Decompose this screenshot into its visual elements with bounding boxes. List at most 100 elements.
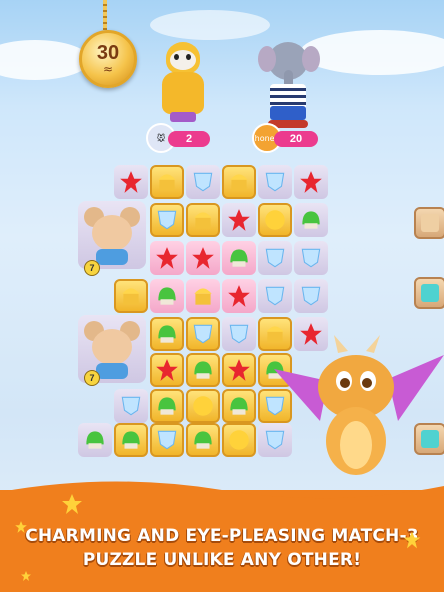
- board-cell[interactable]: [222, 165, 256, 199]
- board-cell[interactable]: [186, 165, 220, 199]
- snowflake-piece-icon: [301, 248, 321, 268]
- star-piece-icon: [120, 171, 142, 193]
- leaf-piece-icon: [158, 287, 176, 305]
- mouse-counter-badge: 7: [84, 370, 100, 386]
- star-piece-icon: [156, 359, 178, 381]
- star-icon: [15, 521, 27, 533]
- side-crate: [414, 207, 444, 239]
- leaf-piece-icon: [86, 431, 104, 449]
- board-cell[interactable]: [294, 279, 328, 313]
- star-icon: [62, 494, 82, 514]
- board-cell[interactable]: [150, 423, 184, 457]
- star-piece-icon: [192, 247, 214, 269]
- cupcake-piece-icon: [194, 212, 212, 229]
- board-cell[interactable]: [294, 241, 328, 275]
- mouse-blocker: [78, 201, 146, 269]
- board-cell[interactable]: [186, 203, 220, 237]
- leaf-piece-icon: [122, 431, 140, 449]
- dragon-character: [274, 335, 444, 475]
- snowflake-piece-icon: [229, 324, 249, 344]
- mouse-counter: 7: [89, 263, 95, 273]
- moves-medal: 30 ≈: [79, 30, 137, 88]
- board-cell[interactable]: [222, 279, 256, 313]
- cloud: [0, 40, 90, 80]
- star-icon: [21, 571, 31, 581]
- board-cell[interactable]: [222, 353, 256, 387]
- board-cell[interactable]: [150, 165, 184, 199]
- board-cell[interactable]: [258, 165, 292, 199]
- board-cell[interactable]: [150, 353, 184, 387]
- tagline-line-1: CHARMING AND EYE-PLEASING MATCH-3: [25, 526, 419, 546]
- board-cell[interactable]: [114, 423, 148, 457]
- board-cell[interactable]: [114, 389, 148, 423]
- lemon-piece-icon: [193, 396, 213, 416]
- leaf-piece-icon: [230, 397, 248, 415]
- scroll-icon: ≈: [102, 62, 114, 76]
- cupcake-piece-icon: [158, 174, 176, 191]
- snowflake-piece-icon: [193, 324, 213, 344]
- medal-chain: [103, 0, 107, 30]
- board-cell[interactable]: [186, 279, 220, 313]
- star-piece-icon: [228, 285, 250, 307]
- star-icon: [403, 531, 421, 549]
- snowflake-piece-icon: [193, 172, 213, 192]
- snowflake-piece-icon: [265, 172, 285, 192]
- moves-count: 30: [96, 42, 120, 64]
- opponent-count: 20: [289, 133, 303, 145]
- board-cell[interactable]: [186, 317, 220, 351]
- cupcake-piece-icon: [230, 174, 248, 191]
- board-cell[interactable]: [186, 389, 220, 423]
- leaf-piece-icon: [158, 325, 176, 343]
- snowflake-piece-icon: [265, 248, 285, 268]
- board-cell[interactable]: [222, 241, 256, 275]
- board-cell[interactable]: [150, 203, 184, 237]
- side-crate: [414, 277, 444, 309]
- board-cell[interactable]: [222, 389, 256, 423]
- opponent-count-pill: 20: [274, 131, 318, 147]
- board-cell[interactable]: [294, 165, 328, 199]
- leaf-piece-icon: [302, 211, 320, 229]
- star-piece-icon: [228, 209, 250, 231]
- snowflake-piece-icon: [301, 286, 321, 306]
- lemon-piece-icon: [229, 430, 249, 450]
- board-cell[interactable]: [150, 389, 184, 423]
- board-cell[interactable]: [222, 423, 256, 457]
- board-cell[interactable]: [294, 203, 328, 237]
- mouse-counter: 7: [89, 373, 95, 383]
- board-cell[interactable]: [258, 203, 292, 237]
- board-cell[interactable]: [222, 203, 256, 237]
- board-cell[interactable]: [114, 279, 148, 313]
- board-cell[interactable]: [78, 423, 112, 457]
- elephant-character: [258, 40, 320, 130]
- leaf-piece-icon: [194, 431, 212, 449]
- snowflake-piece-icon: [157, 210, 177, 230]
- board-cell[interactable]: [222, 317, 256, 351]
- cloud: [300, 30, 444, 75]
- star-piece-icon: [300, 171, 322, 193]
- board-cell[interactable]: [258, 279, 292, 313]
- board-cell[interactable]: [186, 241, 220, 275]
- leaf-piece-icon: [158, 397, 176, 415]
- leaf-piece-icon: [230, 249, 248, 267]
- pink-star-piece-icon: [156, 247, 178, 269]
- player-count-pill: 2: [168, 131, 210, 147]
- board-cell[interactable]: [186, 423, 220, 457]
- cloud: [150, 10, 270, 40]
- cat-character: [158, 42, 208, 128]
- snowflake-piece-icon: [121, 396, 141, 416]
- tagline-line-2: PUZZLE UNLIKE ANY OTHER!: [82, 550, 362, 570]
- lemon-piece-icon: [265, 210, 285, 230]
- mouse-counter-badge: 7: [84, 260, 100, 276]
- cupcake-piece-icon: [194, 288, 212, 305]
- board-cell[interactable]: [186, 353, 220, 387]
- snowflake-piece-icon: [157, 430, 177, 450]
- board-cell[interactable]: [258, 241, 292, 275]
- snowflake-piece-icon: [265, 286, 285, 306]
- board-cell[interactable]: [150, 279, 184, 313]
- cupcake-piece-icon: [122, 288, 140, 305]
- leaf-piece-icon: [194, 361, 212, 379]
- board-cell[interactable]: [114, 165, 148, 199]
- board-cell[interactable]: [150, 241, 184, 275]
- board-cell[interactable]: [150, 317, 184, 351]
- player-count: 2: [185, 133, 193, 145]
